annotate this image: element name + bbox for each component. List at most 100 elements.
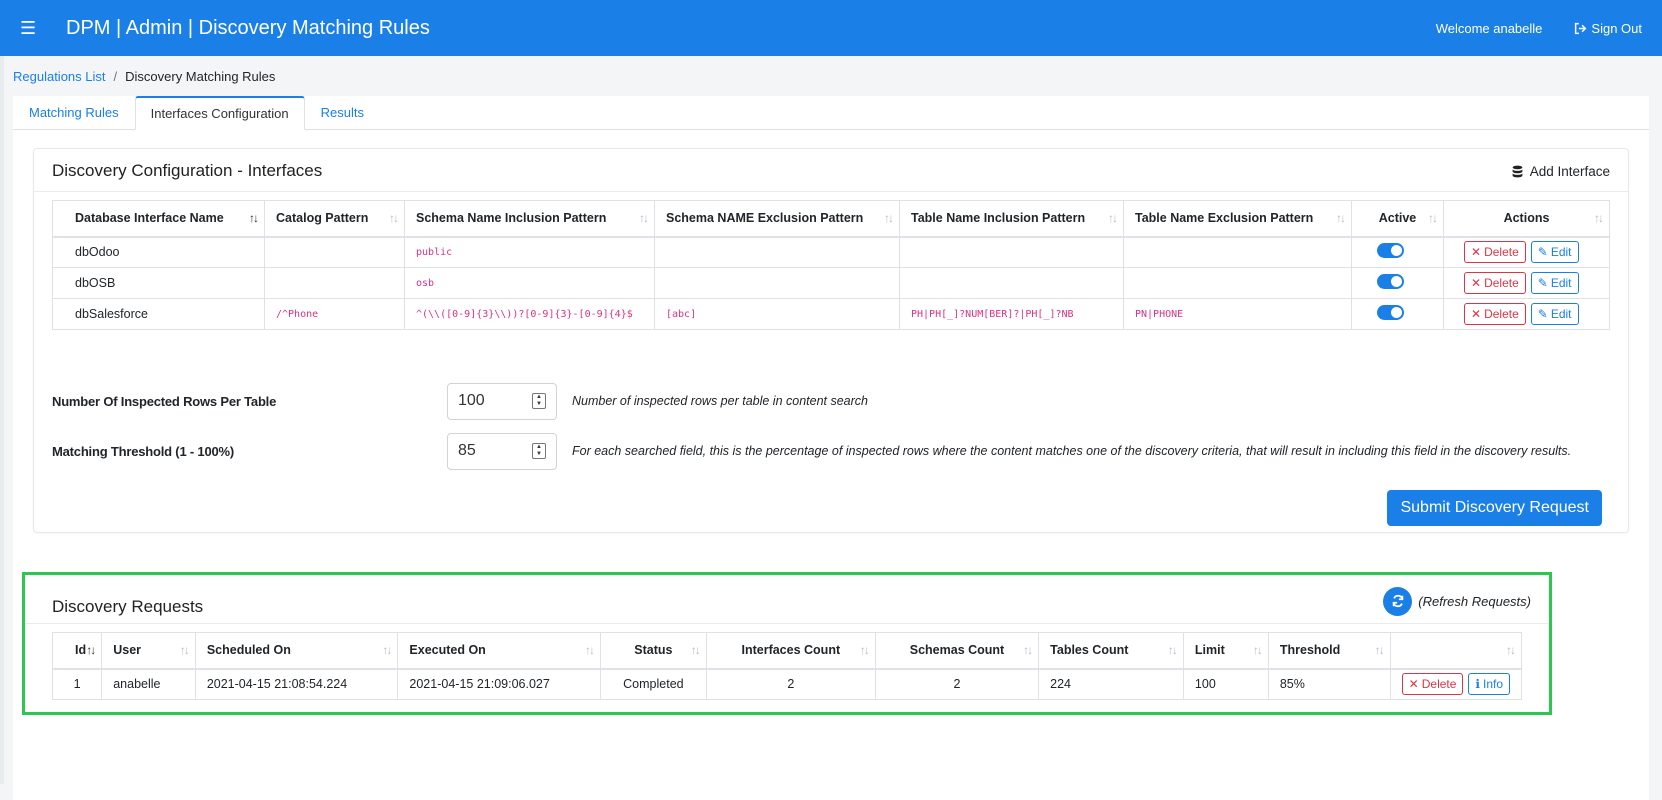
sign-out-label: Sign Out [1591, 20, 1642, 36]
catalog-pattern [264, 267, 405, 299]
table-inclusion [899, 236, 1124, 268]
breadcrumb-current: Discovery Matching Rules [125, 68, 276, 84]
col-scheduled-on[interactable]: Scheduled On ↑↓ [194, 632, 399, 670]
active-toggle[interactable] [1377, 243, 1404, 259]
sort-icon: ↑↓ [1167, 643, 1178, 658]
active-toggle[interactable] [1377, 274, 1404, 289]
refresh-button[interactable] [1383, 586, 1413, 616]
table-row: dbSalesforce /^Phone ^(\\([0-9]{3}\\))?[… [52, 298, 1610, 330]
actions-cell: ✕ Delete ✎ Edit [1443, 267, 1610, 299]
interfaces-card: Discovery Configuration - Interfaces Add… [33, 148, 1629, 533]
breadcrumb: Regulations List / Discovery Matching Ru… [0, 56, 1662, 96]
col-threshold[interactable]: Threshold ↑↓ [1267, 632, 1391, 670]
edit-button[interactable]: ✎ Edit [1530, 303, 1579, 325]
rows-per-table-row: Number Of Inspected Rows Per Table 100 ▲… [52, 376, 1610, 426]
top-navbar: ☰ DPM | Admin | Discovery Matching Rules… [0, 0, 1662, 56]
request-status: Completed [600, 668, 707, 700]
database-icon [1512, 165, 1523, 177]
delete-button[interactable]: ✕ Delete [1464, 272, 1526, 294]
hamburger-icon[interactable]: ☰ [20, 18, 66, 39]
add-interface-label: Add Interface [1529, 163, 1610, 179]
delete-request-button[interactable]: ✕ Delete [1401, 673, 1464, 696]
delete-button[interactable]: ✕ Delete [1464, 303, 1526, 325]
interfaces-table: Database Interface Name ↑↓ Catalog Patter… [52, 200, 1610, 330]
threshold-label: Matching Threshold (1 - 100%) [52, 443, 235, 459]
actions-cell: ✕ Delete ✎ Edit [1443, 236, 1610, 268]
active-cell [1351, 267, 1444, 299]
sort-icon: ↑↓ [639, 211, 649, 226]
times-icon: ✕ [1471, 307, 1482, 321]
col-table-inclusion[interactable]: Table Name Inclusion Pattern ↑↓ [899, 200, 1124, 238]
table-row: dbOdoo public ✕ Delete ✎ Edit [52, 236, 1610, 268]
delete-button[interactable]: ✕ Delete [1464, 241, 1526, 264]
refresh-icon [1392, 594, 1404, 608]
rows-per-table-input[interactable]: 100 ▲ ▼ [447, 382, 557, 420]
table-row: 1 anabelle 2021-04-15 21:08:54.224 2021-… [51, 668, 1523, 700]
active-cell [1351, 298, 1444, 330]
request-interfaces-count: 2 [705, 668, 876, 700]
request-threshold: 85% [1267, 668, 1391, 700]
tab-matching-rules[interactable]: Matching Rules [13, 96, 135, 129]
breadcrumb-separator: / [113, 68, 118, 84]
info-request-button[interactable]: ℹ Info [1468, 673, 1510, 696]
col-schema-inclusion[interactable]: Schema Name Inclusion Pattern ↑↓ [404, 200, 655, 238]
table-exclusion [1123, 236, 1352, 268]
request-actions: ✕ Delete ℹ Info [1389, 668, 1523, 700]
interface-name: dbOSB [52, 267, 265, 299]
welcome-text: Welcome anabelle [1435, 20, 1543, 36]
col-limit[interactable]: Limit ↑↓ [1182, 632, 1269, 670]
submit-discovery-request-button[interactable]: Submit Discovery Request [1387, 490, 1602, 526]
edit-icon: ✎ [1537, 276, 1548, 290]
edit-button[interactable]: ✎ Edit [1530, 241, 1579, 264]
sign-out-icon [1575, 22, 1587, 34]
col-tables-count[interactable]: Tables Count ↑↓ [1038, 632, 1184, 670]
schema-exclusion [654, 267, 900, 299]
tab-interfaces-configuration[interactable]: Interfaces Configuration [134, 96, 305, 130]
edit-button[interactable]: ✎ Edit [1530, 272, 1579, 294]
schema-inclusion: ^(\\([0-9]{3}\\))?[0-9]{3}-[0-9]{4}$ [404, 298, 655, 330]
threshold-input[interactable]: 85 ▲ ▼ [447, 432, 557, 470]
threshold-value: 85 [458, 442, 476, 459]
col-id[interactable]: Id ↑↓ [51, 632, 103, 670]
col-active[interactable]: Active ↑↓ [1351, 200, 1444, 238]
active-toggle[interactable] [1377, 305, 1404, 320]
sort-icon: ↑↓ [859, 643, 870, 658]
table-inclusion: PH|PH[_]?NUM[BER]?|PH[_]?NB [899, 298, 1124, 330]
add-interface-button[interactable]: Add Interface [1511, 164, 1610, 179]
threshold-row: Matching Threshold (1 - 100%) 85 ▲ ▼ For … [52, 426, 1610, 476]
table-inclusion [899, 267, 1124, 299]
number-spinner-icon[interactable]: ▲ ▼ [532, 393, 546, 409]
schema-exclusion [654, 236, 900, 268]
col-executed-on[interactable]: Executed On ↑↓ [397, 632, 601, 670]
schema-exclusion: [abc] [654, 298, 900, 330]
breadcrumb-regulations-list[interactable]: Regulations List [13, 69, 106, 84]
request-limit: 100 [1182, 668, 1269, 700]
refresh-requests-label: (Refresh Requests) [1418, 593, 1531, 609]
number-spinner-icon[interactable]: ▲ ▼ [532, 443, 546, 459]
col-catalog-pattern[interactable]: Catalog Pattern ↑↓ [264, 200, 405, 238]
col-user[interactable]: User ↑↓ [101, 632, 196, 670]
tab-results[interactable]: Results [305, 96, 380, 129]
sort-icon: ↑↓ [1428, 211, 1438, 226]
col-actions[interactable]: Actions ↑↓ [1443, 200, 1610, 238]
rows-per-table-help: Number of inspected rows per table in co… [572, 394, 868, 408]
col-schema-exclusion[interactable]: Schema NAME Exclusion Pattern ↑↓ [654, 200, 900, 238]
sort-icon: ↑↓ [1594, 211, 1604, 226]
col-actions[interactable]: ↑↓ [1389, 632, 1523, 670]
sort-icon: ↑↓ [382, 643, 392, 658]
col-table-exclusion[interactable]: Table Name Exclusion Pattern ↑↓ [1123, 200, 1352, 238]
sort-icon: ↑↓ [585, 643, 595, 658]
col-interfaces-count[interactable]: Interfaces Count ↑↓ [705, 632, 876, 670]
col-status[interactable]: Status ↑↓ [600, 632, 707, 670]
sort-icon: ↑↓ [1252, 643, 1263, 658]
request-id: 1 [51, 668, 103, 700]
info-icon: ℹ [1475, 677, 1480, 692]
sign-out-link[interactable]: Sign Out [1574, 21, 1642, 36]
sort-icon: ↑↓ [1023, 643, 1033, 658]
col-schemas-count[interactable]: Schemas Count ↑↓ [874, 632, 1040, 670]
schema-inclusion: osb [404, 267, 655, 299]
interface-name: dbOdoo [52, 236, 265, 268]
times-icon: ✕ [1408, 677, 1419, 692]
col-database-interface-name[interactable]: Database Interface Name ↑↓ [52, 200, 265, 238]
interfaces-title: Discovery Configuration - Interfaces [52, 161, 323, 180]
